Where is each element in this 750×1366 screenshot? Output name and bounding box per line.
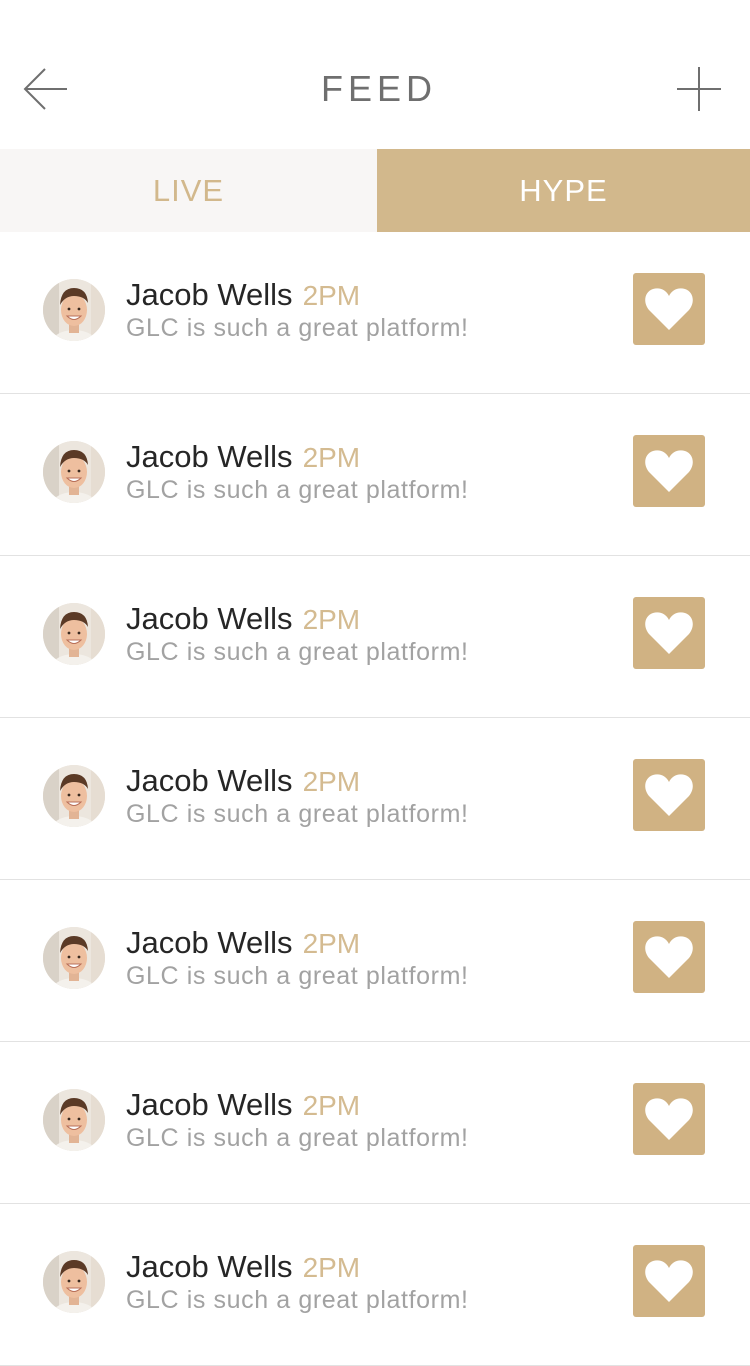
heart-icon (645, 1098, 693, 1140)
like-button[interactable] (633, 1083, 705, 1155)
post-message: GLC is such a great platform! (126, 1286, 469, 1314)
avatar (43, 603, 105, 665)
heart-icon (645, 288, 693, 330)
post-time: 2PM (302, 1252, 361, 1283)
tab-hype[interactable]: HYPE (377, 149, 750, 232)
feed-item[interactable]: Jacob Wells 2PM GLC is such a great platf… (0, 232, 750, 394)
heart-icon (645, 612, 693, 654)
post-message: GLC is such a great platform! (126, 638, 469, 666)
like-button[interactable] (633, 759, 705, 831)
avatar (43, 1251, 105, 1313)
heart-icon (645, 936, 693, 978)
post-message: GLC is such a great platform! (126, 962, 469, 990)
add-button[interactable] (672, 64, 726, 114)
user-name: Jacob Wells (126, 601, 293, 636)
user-name: Jacob Wells (126, 277, 293, 312)
avatar (43, 1089, 105, 1151)
page-title: FEED (320, 68, 437, 109)
like-button[interactable] (633, 435, 705, 507)
post-message: GLC is such a great platform! (126, 314, 469, 342)
user-name: Jacob Wells (126, 925, 293, 960)
feed-item[interactable]: Jacob Wells 2PM GLC is such a great platf… (0, 1042, 750, 1204)
feed-item[interactable]: Jacob Wells 2PM GLC is such a great platf… (0, 394, 750, 556)
post-time: 2PM (302, 604, 361, 635)
like-button[interactable] (633, 597, 705, 669)
feed-item[interactable]: Jacob Wells 2PM GLC is such a great platf… (0, 880, 750, 1042)
post-message: GLC is such a great platform! (126, 800, 469, 828)
user-name: Jacob Wells (126, 439, 293, 474)
avatar (43, 441, 105, 503)
post-message: GLC is such a great platform! (126, 476, 469, 504)
heart-icon (645, 774, 693, 816)
like-button[interactable] (633, 273, 705, 345)
avatar (43, 927, 105, 989)
feed-item[interactable]: Jacob Wells 2PM GLC is such a great platf… (0, 1204, 750, 1366)
post-time: 2PM (302, 442, 361, 473)
like-button[interactable] (633, 921, 705, 993)
feed-item[interactable]: Jacob Wells 2PM GLC is such a great platf… (0, 718, 750, 880)
avatar (43, 765, 105, 827)
post-message: GLC is such a great platform! (126, 1124, 469, 1152)
feed-item[interactable]: Jacob Wells 2PM GLC is such a great platf… (0, 556, 750, 718)
post-time: 2PM (302, 928, 361, 959)
feed-tabs: LIVE HYPE (0, 149, 750, 232)
header: FEED (0, 0, 750, 150)
plus-icon (677, 67, 721, 111)
heart-icon (645, 450, 693, 492)
tab-live[interactable]: LIVE (0, 149, 377, 232)
user-name: Jacob Wells (126, 1249, 293, 1284)
post-time: 2PM (302, 280, 361, 311)
feed-list: Jacob Wells 2PM GLC is such a great platf… (0, 232, 750, 1366)
avatar (43, 279, 105, 341)
user-name: Jacob Wells (126, 763, 293, 798)
like-button[interactable] (633, 1245, 705, 1317)
post-time: 2PM (302, 1090, 361, 1121)
heart-icon (645, 1260, 693, 1302)
user-name: Jacob Wells (126, 1087, 293, 1122)
post-time: 2PM (302, 766, 361, 797)
